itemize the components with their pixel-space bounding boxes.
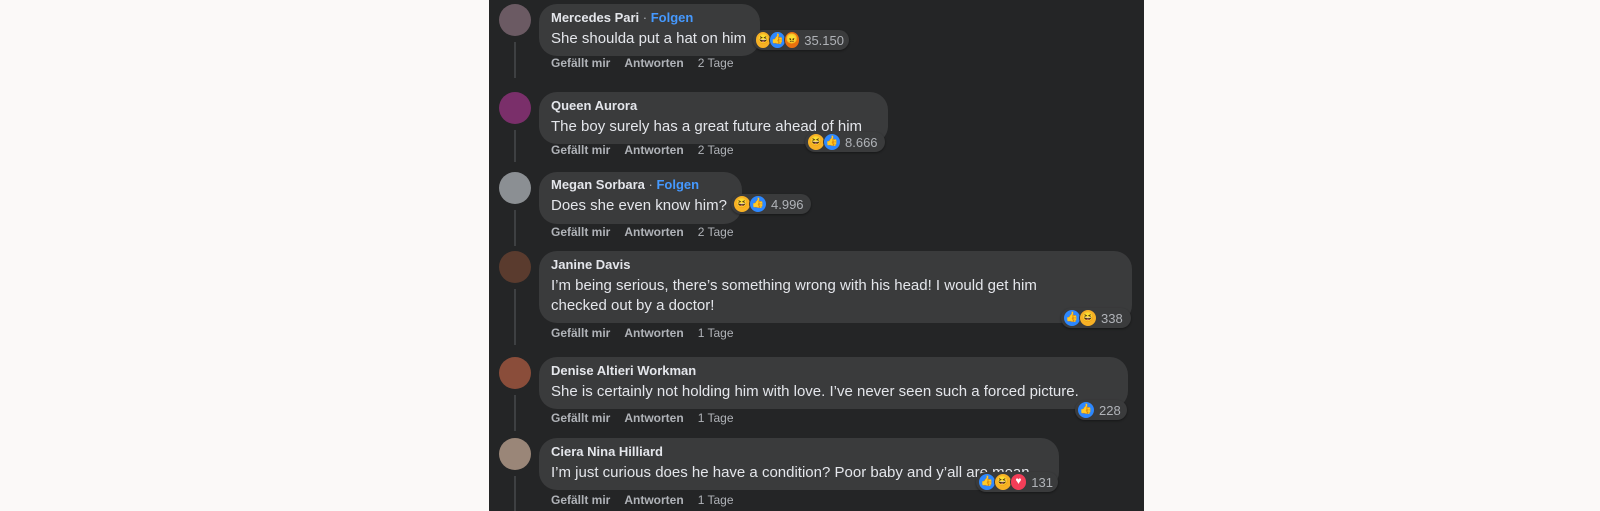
- like-button[interactable]: Gefällt mir: [551, 411, 610, 425]
- comment-bubble: Megan Sorbara · Folgen Does she even kno…: [539, 172, 742, 224]
- comment-text: I’m being serious, there’s something wro…: [551, 277, 1037, 314]
- avatar[interactable]: [499, 4, 531, 36]
- comment-timestamp[interactable]: 2 Tage: [698, 143, 734, 157]
- avatar[interactable]: [499, 172, 531, 204]
- reaction-summary[interactable]: 😆 👍 8.666: [805, 132, 885, 152]
- reaction-summary[interactable]: 👍 😆 338: [1061, 308, 1131, 328]
- follow-link[interactable]: Folgen: [656, 177, 699, 192]
- like-button[interactable]: Gefällt mir: [551, 143, 610, 157]
- comment-author[interactable]: Ciera Nina Hilliard: [551, 444, 663, 459]
- like-button[interactable]: Gefällt mir: [551, 56, 610, 70]
- reaction-count: 131: [1031, 474, 1053, 490]
- haha-reaction-icon: 😆: [993, 473, 1012, 491]
- reaction-summary[interactable]: 😆 👍 4.996: [731, 194, 811, 214]
- comment-text: She is certainly not holding him with lo…: [551, 383, 1079, 400]
- comment-bubble: Janine Davis I’m being serious, there’s …: [539, 251, 1132, 323]
- like-reaction-icon: 👍: [1077, 401, 1095, 419]
- avatar[interactable]: [499, 357, 531, 389]
- angry-reaction-icon: 😠: [783, 31, 801, 49]
- comment-author[interactable]: Mercedes Pari: [551, 10, 639, 25]
- reply-button[interactable]: Antworten: [624, 493, 683, 507]
- reply-button[interactable]: Antworten: [624, 326, 683, 340]
- reaction-count: 35.150: [804, 32, 844, 48]
- like-button[interactable]: Gefällt mir: [551, 493, 610, 507]
- like-reaction-icon: 👍: [749, 195, 767, 213]
- thread-line: [514, 210, 516, 246]
- like-button[interactable]: Gefällt mir: [551, 326, 610, 340]
- like-button[interactable]: Gefällt mir: [551, 225, 610, 239]
- comment-timestamp[interactable]: 2 Tage: [698, 56, 734, 70]
- avatar[interactable]: [499, 251, 531, 283]
- comment-author[interactable]: Queen Aurora: [551, 98, 637, 113]
- reaction-count: 4.996: [771, 196, 804, 212]
- haha-reaction-icon: 😆: [1079, 309, 1097, 327]
- follow-link[interactable]: Folgen: [651, 10, 694, 25]
- comment-timestamp[interactable]: 2 Tage: [698, 225, 734, 239]
- reply-button[interactable]: Antworten: [624, 411, 683, 425]
- comments-panel: Mercedes Pari · Folgen She shoulda put a…: [489, 0, 1144, 511]
- separator: ·: [639, 10, 651, 25]
- comment-text: She shoulda put a hat on him: [551, 30, 747, 47]
- separator: ·: [644, 177, 657, 192]
- comment-timestamp[interactable]: 1 Tage: [698, 326, 734, 340]
- thread-line: [514, 476, 516, 511]
- reply-button[interactable]: Antworten: [624, 143, 683, 157]
- comment-timestamp[interactable]: 1 Tage: [698, 411, 734, 425]
- love-reaction-icon: ♥: [1009, 473, 1028, 491]
- like-reaction-icon: 👍: [823, 133, 841, 151]
- comment-author[interactable]: Megan Sorbara: [551, 177, 645, 192]
- reply-button[interactable]: Antworten: [624, 56, 683, 70]
- avatar[interactable]: [499, 92, 531, 124]
- reply-button[interactable]: Antworten: [624, 225, 683, 239]
- comment-bubble: Mercedes Pari · Folgen She shoulda put a…: [539, 4, 760, 56]
- reaction-count: 338: [1101, 310, 1123, 326]
- comment-timestamp[interactable]: 1 Tage: [698, 493, 734, 507]
- reaction-summary[interactable]: 😆 👍 😠 35.150: [753, 30, 849, 50]
- comment-author[interactable]: Denise Altieri Workman: [551, 363, 696, 378]
- reaction-count: 8.666: [845, 134, 878, 150]
- reaction-summary[interactable]: 👍 228: [1075, 400, 1127, 420]
- comment-text: Does she even know him?: [551, 197, 727, 214]
- avatar[interactable]: [499, 438, 531, 470]
- thread-line: [514, 395, 516, 431]
- reaction-summary[interactable]: 👍 😆 ♥ 131: [976, 472, 1058, 492]
- comment-text: I’m just curious does he have a conditio…: [551, 464, 1030, 481]
- thread-line: [514, 289, 516, 345]
- reaction-count: 228: [1099, 402, 1121, 418]
- comment-author[interactable]: Janine Davis: [551, 257, 631, 272]
- comment-bubble: Denise Altieri Workman She is certainly …: [539, 357, 1128, 409]
- thread-line: [514, 42, 516, 78]
- thread-line: [514, 130, 516, 162]
